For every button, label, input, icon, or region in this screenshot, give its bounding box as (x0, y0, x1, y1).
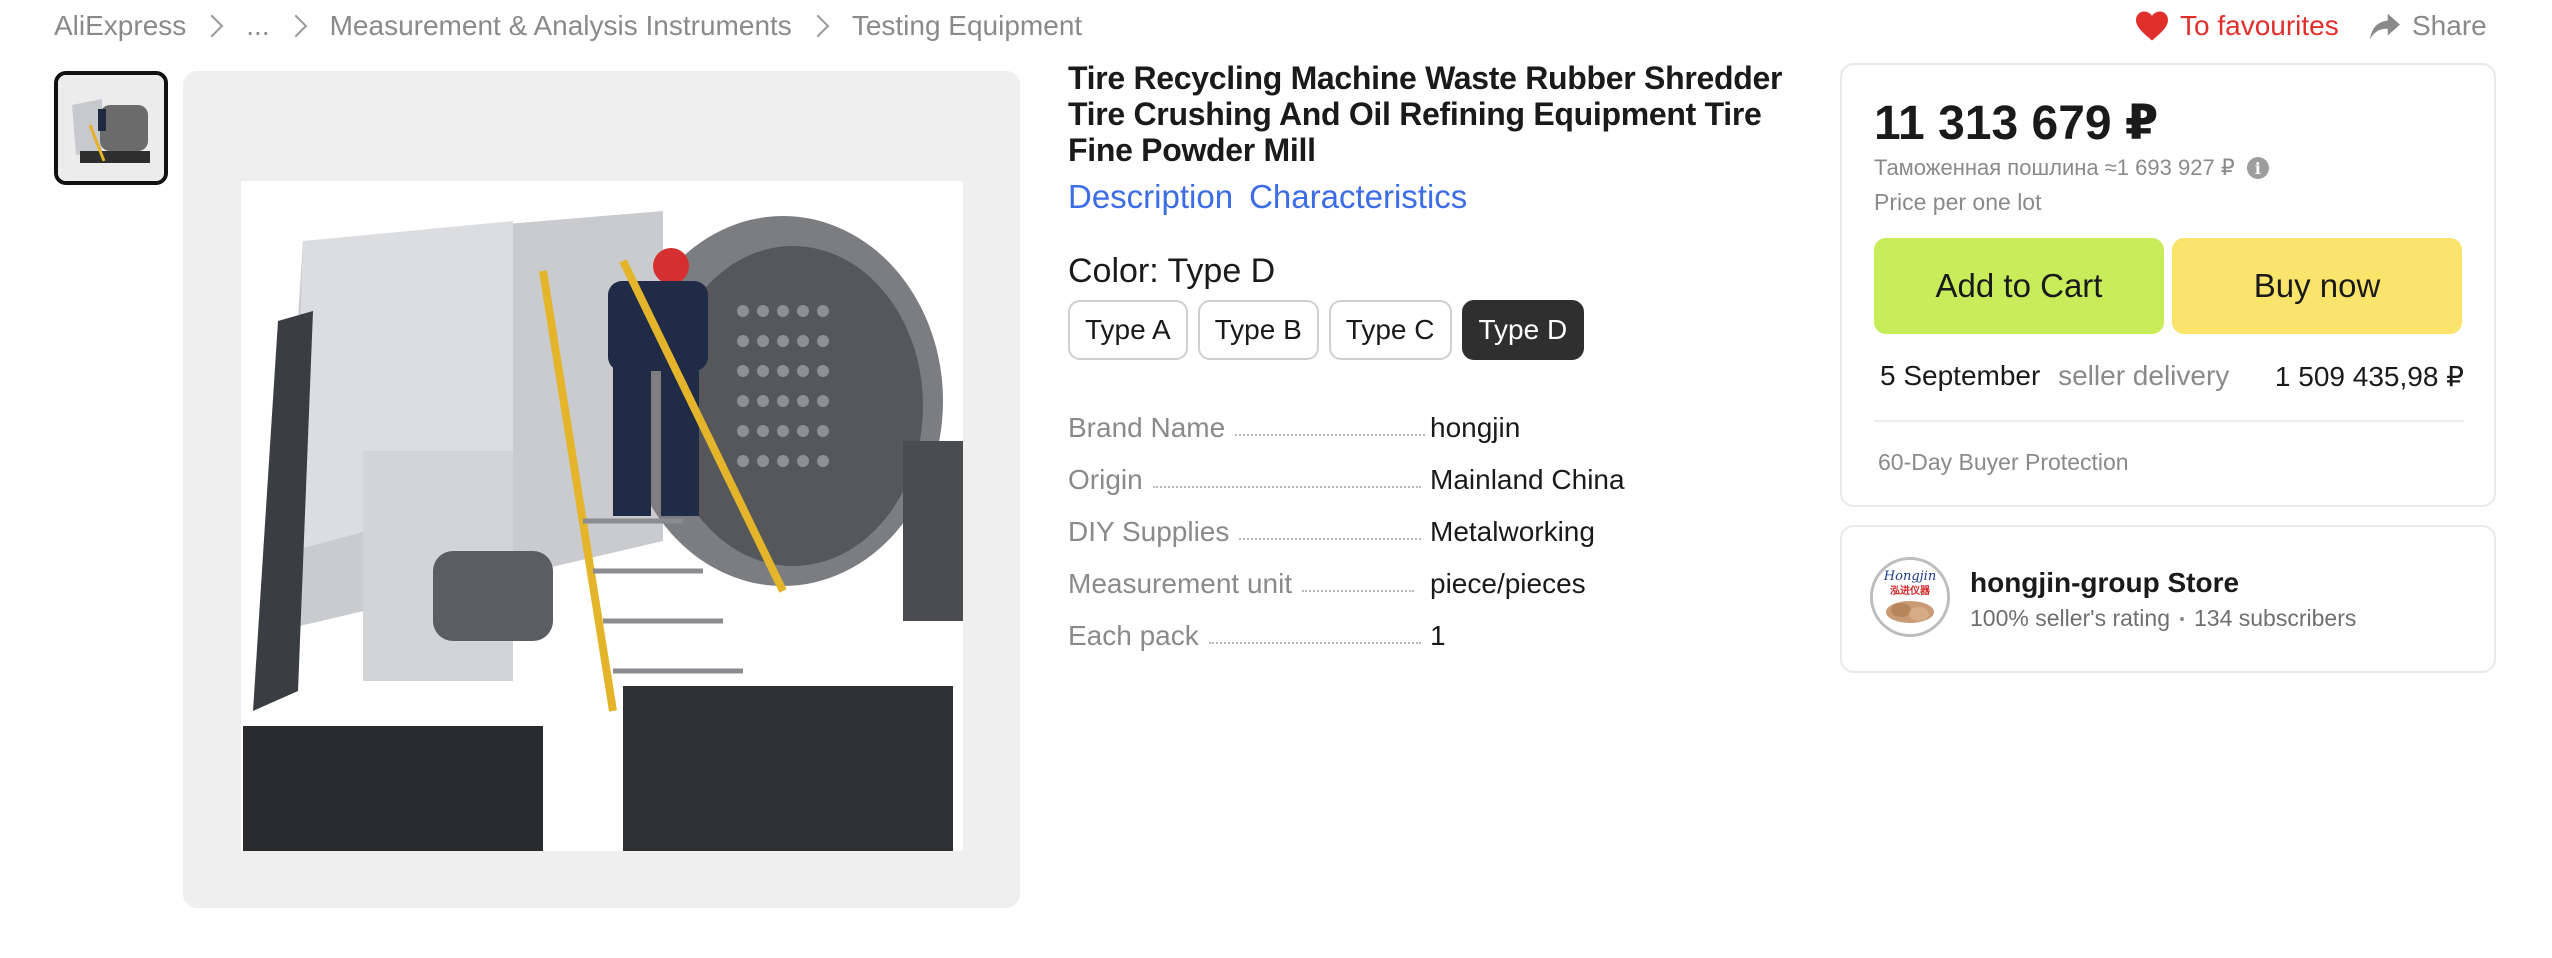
variant-selector: Type A Type B Type C Type D (1068, 300, 1585, 360)
product-photo (183, 71, 1020, 908)
share-button[interactable]: Share (2368, 6, 2487, 46)
specifications-list: Brand Name hongjin Origin Mainland China… (1068, 392, 1768, 652)
spec-value: Metalworking (1430, 516, 1595, 547)
breadcrumb-measurement[interactable]: Measurement & Analysis Instruments (330, 10, 792, 42)
store-subscribers: 134 subscribers (2194, 605, 2357, 631)
main-product-image[interactable] (183, 71, 1020, 908)
spec-key: Each pack (1068, 620, 1199, 651)
breadcrumb: AliExpress ... Measurement & Analysis In… (54, 8, 1082, 44)
spec-value: 1 (1430, 620, 1446, 651)
tab-description[interactable]: Description (1068, 178, 1233, 216)
delivery-cost: 1 509 435,98 ₽ (2274, 361, 2464, 392)
breadcrumb-testing-equipment[interactable]: Testing Equipment (852, 10, 1082, 42)
share-arrow-icon (2370, 13, 2400, 40)
chevron-right-icon (284, 14, 307, 38)
delivery-info: 5 September seller delivery 1 509 435,98… (1880, 360, 2464, 392)
chevron-right-icon (200, 14, 224, 38)
breadcrumb-ellipsis[interactable]: ... (246, 10, 269, 42)
variant-type-b[interactable]: Type B (1197, 300, 1319, 360)
share-label: Share (2412, 10, 2487, 41)
favourites-button[interactable]: To favourites (2134, 6, 2339, 46)
store-name[interactable]: hongjin-group Store (1970, 567, 2239, 599)
product-title: Tire Recycling Machine Waste Rubber Shre… (1068, 60, 1783, 168)
favourites-label: To favourites (2180, 10, 2339, 41)
spec-key: Brand Name (1068, 412, 1226, 443)
tab-characteristics[interactable]: Characteristics (1249, 178, 1467, 216)
product-tabs: Description Characteristics (1068, 178, 1467, 216)
spec-value: piece/pieces (1430, 568, 1586, 599)
variant-type-d[interactable]: Type D (1461, 300, 1585, 360)
seller-rating: 100% seller's rating (1970, 605, 2170, 631)
store-meta: 100% seller's rating 134 subscribers (1970, 605, 2356, 632)
breadcrumb-aliexpress[interactable]: AliExpress (54, 10, 186, 42)
color-label: Color: Type D (1068, 252, 1276, 290)
divider (1874, 420, 2464, 422)
price: 11 313 679 ₽ (1874, 97, 2159, 150)
spec-value: hongjin (1430, 412, 1521, 443)
separator-dot (2180, 616, 2184, 621)
thumbnail-image (58, 75, 164, 181)
spec-key: DIY Supplies (1068, 516, 1230, 547)
store-logo[interactable]: Hongjin 泓进仪器 (1870, 557, 1950, 637)
delivery-date: 5 September (1880, 360, 2041, 391)
store-logo-subtext: 泓进仪器 (1890, 584, 1931, 597)
spec-key: Origin (1068, 464, 1143, 495)
spec-key: Measurement unit (1068, 568, 1293, 599)
spec-row: Brand Name hongjin (1068, 392, 1768, 444)
info-icon[interactable]: i (2246, 157, 2269, 179)
buy-now-button[interactable]: Buy now (2172, 238, 2462, 334)
spec-row: DIY Supplies Metalworking (1068, 496, 1768, 548)
variant-type-a[interactable]: Type A (1068, 300, 1188, 360)
price-card: 11 313 679 ₽ Таможенная пошлина ≈1 693 9… (1840, 63, 2496, 507)
variant-type-c[interactable]: Type C (1328, 300, 1452, 360)
spec-value: Mainland China (1430, 464, 1625, 495)
spec-row: Each pack 1 (1068, 600, 1768, 652)
chevron-right-icon (806, 14, 830, 38)
buyer-protection[interactable]: 60-Day Buyer Protection (1878, 449, 2129, 476)
store-logo-text: Hongjin (1883, 569, 1936, 584)
spec-leader (1235, 434, 1426, 436)
spec-leader (1302, 590, 1415, 592)
price-note: Price per one lot (1874, 189, 2042, 215)
add-to-cart-button[interactable]: Add to Cart (1874, 238, 2164, 334)
spec-leader (1208, 642, 1421, 644)
delivery-type: seller delivery (2058, 360, 2230, 391)
customs-duty: Таможенная пошлина ≈1 693 927 ₽ i (1874, 155, 2269, 181)
store-logo-image: Hongjin 泓进仪器 (1873, 560, 1947, 634)
spec-leader (1239, 538, 1422, 540)
store-card[interactable]: Hongjin 泓进仪器 hongjin-group Store 100% se… (1840, 525, 2496, 673)
spec-leader (1152, 486, 1421, 488)
customs-duty-text: Таможенная пошлина ≈1 693 927 ₽ (1874, 155, 2235, 180)
heart-icon (2136, 11, 2168, 41)
spec-row: Measurement unit piece/pieces (1068, 548, 1768, 600)
spec-row: Origin Mainland China (1068, 444, 1768, 496)
image-thumbnail[interactable] (54, 71, 168, 185)
